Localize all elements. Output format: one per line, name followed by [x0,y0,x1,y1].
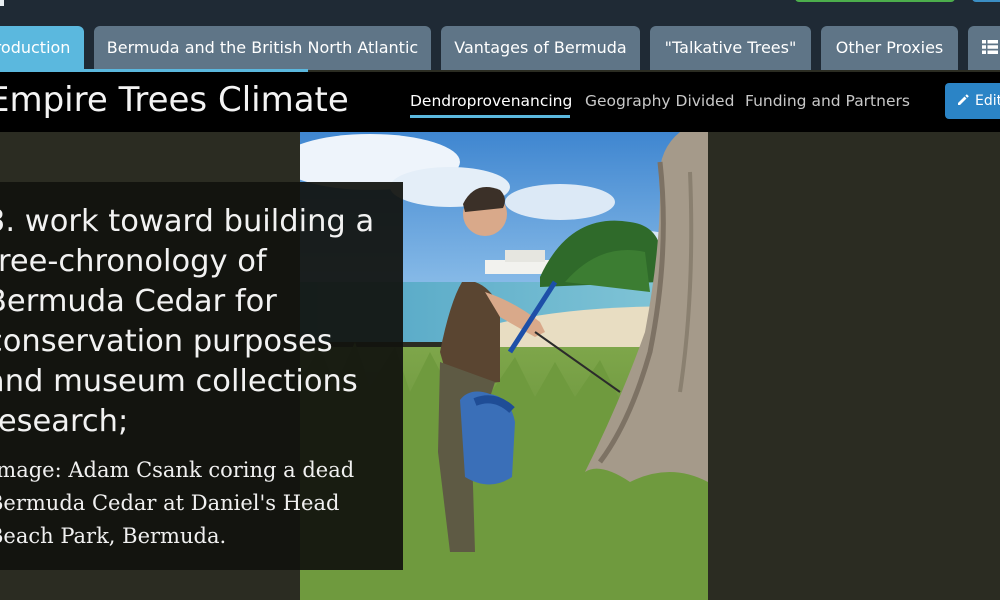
tab-bermuda-british-north-atlantic[interactable]: Bermuda and the British North Atlantic [94,26,431,70]
tab-label: Other Proxies [835,38,944,57]
tab-label: "Talkative Trees" [664,38,797,57]
tab-label: Introduction [0,38,71,57]
edit-label: Edit [975,93,1000,109]
tab-label: Bermuda and the British North Atlantic [106,38,419,57]
subnav-geography-divided[interactable]: Geography Divided [585,92,734,110]
subnav-dendroprovenancing[interactable]: Dendroprovenancing [410,92,572,110]
tab-other-proxies[interactable]: Other Proxies [821,26,958,70]
green-button-fragment[interactable] [795,0,955,2]
slide-text: 3. work toward building a tree-chronolog… [0,204,375,439]
subnav-funding-and-partners[interactable]: Funding and Partners [745,92,910,110]
site-title-bar: Empire Trees Climate Dendroprovenancing … [0,72,1000,132]
image-credit: Image: Adam Csank coring a dead Bermuda … [0,458,355,548]
tab-label: Vantages of Bermuda [454,38,627,57]
blue-button-fragment[interactable] [972,0,1000,2]
tab-introduction[interactable]: Introduction [0,26,84,70]
pencil-icon [958,94,969,105]
slide-caption-panel: 3. work toward building a tree-chronolog… [0,182,403,570]
tab-vantages-of-bermuda[interactable]: Vantages of Bermuda [441,26,640,70]
site-title[interactable]: Empire Trees Climate [0,78,349,122]
tab-more[interactable] [968,26,1000,70]
tab-talkative-trees[interactable]: "Talkative Trees" [650,26,811,70]
logo-fragment [0,0,4,6]
active-subnav-indicator [410,115,570,118]
list-icon [982,40,998,54]
edit-button[interactable]: Edit [945,83,1000,119]
